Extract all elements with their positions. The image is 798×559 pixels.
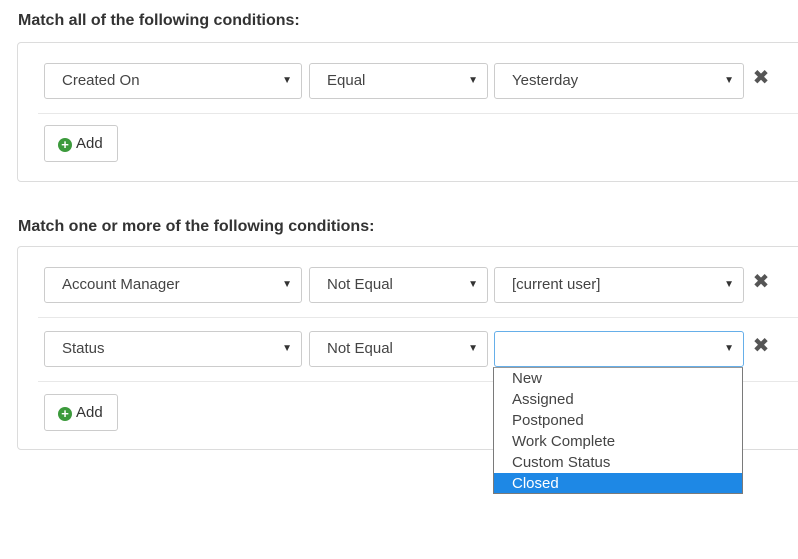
close-icon[interactable]: ✖ — [751, 336, 771, 356]
close-icon[interactable]: ✖ — [751, 272, 771, 292]
caret-down-icon: ▼ — [724, 75, 734, 86]
operator-select[interactable]: Equal ▼ — [309, 63, 488, 99]
field-select[interactable]: Created On ▼ — [44, 63, 302, 99]
caret-down-icon: ▼ — [468, 279, 478, 290]
field-select-value: Created On — [62, 72, 140, 89]
caret-down-icon: ▼ — [282, 75, 292, 86]
row-divider — [38, 317, 798, 318]
operator-select-value: Equal — [327, 72, 366, 89]
field-select[interactable]: Account Manager ▼ — [44, 267, 302, 303]
add-condition-button[interactable]: + Add — [44, 125, 118, 162]
dropdown-option[interactable]: Assigned — [494, 389, 742, 410]
dropdown-option-highlighted[interactable]: Closed — [494, 473, 742, 493]
add-condition-button[interactable]: + Add — [44, 394, 118, 431]
dropdown-option[interactable]: New — [494, 368, 742, 389]
caret-down-icon: ▼ — [468, 343, 478, 354]
dropdown-option[interactable]: Postponed — [494, 410, 742, 431]
caret-down-icon: ▼ — [724, 279, 734, 290]
caret-down-icon: ▼ — [282, 343, 292, 354]
match-any-title: Match one or more of the following condi… — [18, 218, 375, 235]
operator-select-value: Not Equal — [327, 340, 393, 357]
field-select[interactable]: Status ▼ — [44, 331, 302, 367]
dropdown-option[interactable]: Custom Status — [494, 452, 742, 473]
value-select[interactable]: [current user] ▼ — [494, 267, 744, 303]
value-select-value: Yesterday — [512, 72, 579, 89]
operator-select[interactable]: Not Equal ▼ — [309, 331, 488, 367]
caret-down-icon: ▼ — [724, 343, 734, 354]
caret-down-icon: ▼ — [282, 279, 292, 290]
add-button-label: Add — [76, 404, 103, 421]
plus-circle-icon: + — [58, 407, 72, 421]
match-all-title: Match all of the following conditions: — [18, 12, 300, 29]
row-divider — [38, 113, 798, 114]
field-select-value: Status — [62, 340, 105, 357]
caret-down-icon: ▼ — [468, 75, 478, 86]
plus-circle-icon: + — [58, 138, 72, 152]
field-select-value: Account Manager — [62, 276, 180, 293]
status-dropdown-list[interactable]: New Assigned Postponed Work Complete Cus… — [493, 367, 743, 494]
close-icon[interactable]: ✖ — [751, 68, 771, 88]
value-select-value: [current user] — [512, 276, 601, 293]
status-value-select[interactable]: ▼ — [494, 331, 744, 367]
add-button-label: Add — [76, 135, 103, 152]
dropdown-option[interactable]: Work Complete — [494, 431, 742, 452]
value-select[interactable]: Yesterday ▼ — [494, 63, 744, 99]
match-all-panel: Created On ▼ Equal ▼ Yesterday ▼ ✖ + Add — [17, 42, 798, 182]
operator-select[interactable]: Not Equal ▼ — [309, 267, 488, 303]
operator-select-value: Not Equal — [327, 276, 393, 293]
